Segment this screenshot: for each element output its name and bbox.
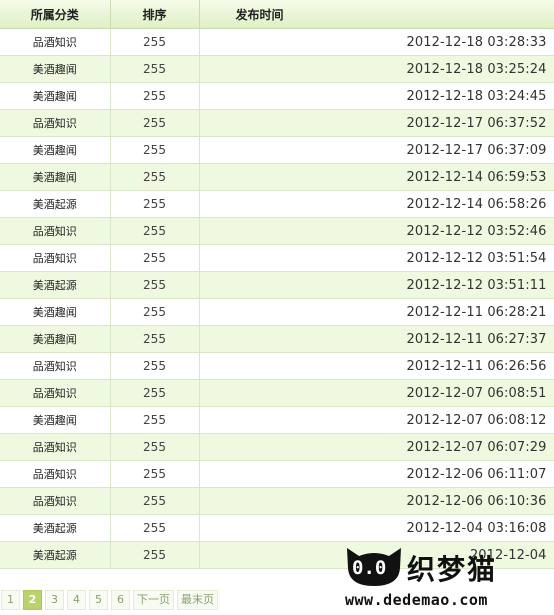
row-category: 美酒趣闻 [0, 325, 111, 353]
article-table: 所属分类 排序 发布时间 品酒知识 255 2012-12-18 03:28:33 … [0, 0, 554, 569]
next-page-link[interactable]: 下一页 [133, 590, 174, 610]
table-row: 美酒趣闻 255 2012-12-07 06:08:12 [0, 406, 554, 434]
row-category: 品酒知识 [0, 352, 111, 380]
row-category: 美酒趣闻 [0, 406, 111, 434]
row-category: 品酒知识 [0, 244, 111, 272]
watermark-url: www.dedemao.com [345, 591, 488, 609]
cat-eyes-text: 0.0 [352, 557, 387, 579]
pagination: 1 2 3 4 5 6 下一页 最末页 [0, 589, 218, 611]
table-row: 美酒起源 255 2012-12-04 03:16:08 [0, 514, 554, 542]
row-order: 255 [110, 55, 200, 83]
watermark-logo: 0.0 织梦猫 www.dedemao.com [343, 544, 554, 615]
table-body: 品酒知识 255 2012-12-18 03:28:33 美酒趣闻 255 2012-1… [0, 28, 554, 569]
row-publish-time: 2012-12-18 03:25:24 [199, 55, 554, 83]
page-current-2: 2 [23, 590, 42, 610]
row-order: 255 [110, 460, 200, 488]
row-order: 255 [110, 190, 200, 218]
table-row: 品酒知识 255 2012-12-06 06:10:36 [0, 487, 554, 515]
table-row: 美酒趣闻 255 2012-12-18 03:24:45 [0, 82, 554, 110]
table-row: 美酒起源 255 2012-12-12 03:51:11 [0, 271, 554, 299]
table-row: 品酒知识 255 2012-12-11 06:26:56 [0, 352, 554, 380]
column-header-category[interactable]: 所属分类 [0, 0, 111, 29]
row-category: 美酒趣闻 [0, 55, 111, 83]
table-row: 美酒趣闻 255 2012-12-18 03:25:24 [0, 55, 554, 83]
row-order: 255 [110, 433, 200, 461]
row-publish-time: 2012-12-17 06:37:09 [199, 136, 554, 164]
table-header-row: 所属分类 排序 发布时间 [0, 0, 554, 29]
row-order: 255 [110, 136, 200, 164]
row-publish-time: 2012-12-06 06:10:36 [199, 487, 554, 515]
table-row: 品酒知识 255 2012-12-06 06:11:07 [0, 460, 554, 488]
row-order: 255 [110, 514, 200, 542]
row-publish-time: 2012-12-12 03:51:54 [199, 244, 554, 272]
row-category: 品酒知识 [0, 487, 111, 515]
row-publish-time: 2012-12-06 06:11:07 [199, 460, 554, 488]
row-order: 255 [110, 379, 200, 407]
last-page-link[interactable]: 最末页 [177, 590, 218, 610]
page-link-6[interactable]: 6 [111, 590, 130, 610]
row-category: 美酒趣闻 [0, 298, 111, 326]
row-order: 255 [110, 487, 200, 515]
row-publish-time: 2012-12-07 06:08:12 [199, 406, 554, 434]
row-category: 品酒知识 [0, 28, 111, 56]
row-category: 美酒趣闻 [0, 136, 111, 164]
row-order: 255 [110, 244, 200, 272]
table-row: 美酒趣闻 255 2012-12-14 06:59:53 [0, 163, 554, 191]
row-publish-time: 2012-12-12 03:52:46 [199, 217, 554, 245]
row-order: 255 [110, 325, 200, 353]
row-publish-time: 2012-12-11 06:26:56 [199, 352, 554, 380]
row-publish-time: 2012-12-04 03:16:08 [199, 514, 554, 542]
row-order: 255 [110, 541, 200, 569]
column-header-order[interactable]: 排序 [110, 0, 200, 29]
row-publish-time: 2012-12-07 06:07:29 [199, 433, 554, 461]
row-category: 美酒起源 [0, 541, 111, 569]
row-category: 美酒趣闻 [0, 163, 111, 191]
table-row: 品酒知识 255 2012-12-12 03:51:54 [0, 244, 554, 272]
row-order: 255 [110, 406, 200, 434]
row-publish-time: 2012-12-12 03:51:11 [199, 271, 554, 299]
table-row: 美酒趣闻 255 2012-12-17 06:37:09 [0, 136, 554, 164]
row-order: 255 [110, 109, 200, 137]
table-row: 品酒知识 255 2012-12-18 03:28:33 [0, 28, 554, 56]
row-publish-time: 2012-12-14 06:59:53 [199, 163, 554, 191]
page-link-3[interactable]: 3 [45, 590, 64, 610]
row-category: 美酒起源 [0, 514, 111, 542]
watermark-brand-name: 织梦猫 [407, 553, 498, 586]
row-order: 255 [110, 298, 200, 326]
page-link-1[interactable]: 1 [1, 590, 20, 610]
table-row: 品酒知识 255 2012-12-17 06:37:52 [0, 109, 554, 137]
row-publish-time: 2012-12-14 06:58:26 [199, 190, 554, 218]
row-publish-time: 2012-12-18 03:28:33 [199, 28, 554, 56]
row-order: 255 [110, 271, 200, 299]
row-order: 255 [110, 163, 200, 191]
table-row: 品酒知识 255 2012-12-07 06:08:51 [0, 379, 554, 407]
row-publish-time: 2012-12-11 06:27:37 [199, 325, 554, 353]
row-order: 255 [110, 217, 200, 245]
table-row: 品酒知识 255 2012-12-12 03:52:46 [0, 217, 554, 245]
row-category: 品酒知识 [0, 109, 111, 137]
row-category: 美酒起源 [0, 271, 111, 299]
row-publish-time: 2012-12-11 06:28:21 [199, 298, 554, 326]
column-header-publish-time[interactable]: 发布时间 [199, 0, 554, 29]
row-category: 品酒知识 [0, 433, 111, 461]
table-row: 品酒知识 255 2012-12-07 06:07:29 [0, 433, 554, 461]
page-link-5[interactable]: 5 [89, 590, 108, 610]
row-category: 美酒起源 [0, 190, 111, 218]
row-publish-time: 2012-12-07 06:08:51 [199, 379, 554, 407]
page-link-4[interactable]: 4 [67, 590, 86, 610]
row-category: 品酒知识 [0, 460, 111, 488]
table-row: 美酒起源 255 2012-12-14 06:58:26 [0, 190, 554, 218]
row-publish-time: 2012-12-17 06:37:52 [199, 109, 554, 137]
row-category: 品酒知识 [0, 379, 111, 407]
row-order: 255 [110, 82, 200, 110]
table-row: 美酒趣闻 255 2012-12-11 06:27:37 [0, 325, 554, 353]
row-order: 255 [110, 28, 200, 56]
row-publish-time: 2012-12-18 03:24:45 [199, 82, 554, 110]
table-row: 美酒趣闻 255 2012-12-11 06:28:21 [0, 298, 554, 326]
row-category: 品酒知识 [0, 217, 111, 245]
row-order: 255 [110, 352, 200, 380]
row-category: 美酒趣闻 [0, 82, 111, 110]
